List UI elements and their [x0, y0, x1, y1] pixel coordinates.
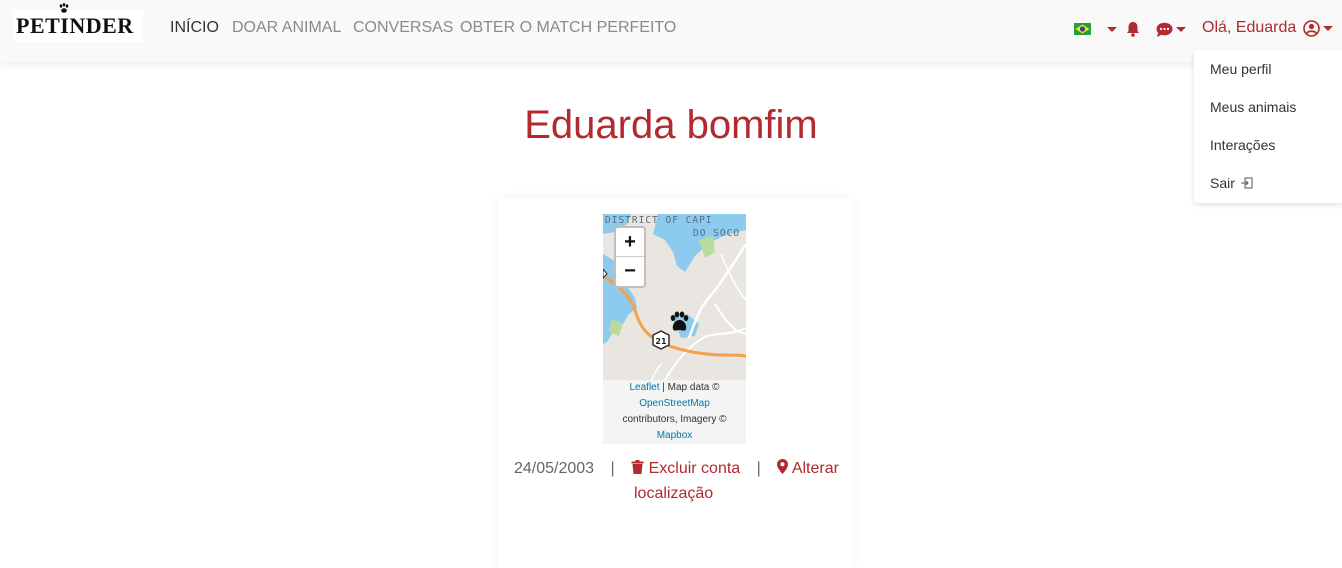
menu-item-meu-perfil[interactable]: Meu perfil — [1210, 61, 1271, 77]
map-marker-icon — [777, 459, 789, 474]
road-shield-label: 21 — [655, 337, 667, 346]
brazil-flag-icon — [1074, 23, 1091, 35]
messages-button[interactable] — [1156, 20, 1186, 38]
menu-item-label: Meu perfil — [1210, 61, 1272, 77]
menu-item-label: Sair — [1210, 175, 1235, 191]
brand-logo[interactable]: PETI NDER — [13, 3, 143, 42]
user-circle-icon — [1303, 19, 1321, 37]
chevron-down-icon — [1323, 25, 1334, 31]
chat-icon — [1156, 22, 1173, 37]
change-location-link-wrap[interactable]: localização — [634, 481, 713, 506]
nav-inicio[interactable]: INÍCIO — [170, 19, 219, 37]
delete-account-link[interactable]: Excluir conta — [631, 460, 745, 477]
contributors-text: contributors, Imagery © — [622, 414, 727, 425]
notifications-button[interactable] — [1126, 20, 1140, 38]
mapbox-link[interactable]: Mapbox — [657, 430, 693, 441]
separator: | — [756, 460, 761, 477]
delete-account-label: Excluir conta — [648, 460, 741, 477]
navbar: PETI NDER INÍCIO DOAR ANIMAL CONVERSAS OB… — [0, 0, 1342, 62]
profile-name: Eduarda bomfim — [524, 103, 818, 147]
zoom-out-button[interactable]: − — [616, 257, 644, 286]
nav-obter-match[interactable]: OBTER O MATCH PERFEITO — [460, 19, 676, 37]
language-selector[interactable] — [1074, 20, 1117, 38]
profile-card: DISTRICT OF CAPI DO SOCO 21 + − Leaflet … — [497, 198, 853, 568]
user-menu-toggle[interactable]: Olá, Eduarda — [1202, 19, 1334, 37]
bell-icon — [1127, 22, 1139, 37]
change-location-label: Alterar — [791, 460, 839, 477]
map-label-soco: DO SOCO — [693, 228, 740, 239]
chevron-down-icon — [1176, 26, 1186, 32]
separator: | — [610, 460, 615, 477]
paw-marker-icon[interactable] — [668, 311, 690, 333]
location-map[interactable]: DISTRICT OF CAPI DO SOCO 21 + − Leaflet … — [603, 214, 746, 444]
map-data-text: | Map data © — [659, 382, 720, 393]
user-greeting: Olá, Eduarda — [1202, 19, 1297, 36]
nav-doar-animal[interactable]: DOAR ANIMAL — [232, 19, 341, 37]
menu-item-sair[interactable]: Sair — [1210, 175, 1253, 191]
zoom-in-button[interactable]: + — [616, 228, 644, 257]
trash-icon — [631, 460, 644, 474]
nav-conversas[interactable]: CONVERSAS — [353, 19, 453, 37]
chevron-down-icon — [1107, 26, 1117, 32]
map-attribution: Leaflet | Map data © OpenStreetMap contr… — [603, 380, 746, 444]
openstreetmap-link[interactable]: OpenStreetMap — [639, 398, 710, 409]
map-label-district: DISTRICT OF CAPI — [605, 215, 713, 226]
brand-name: PETI NDER — [16, 3, 134, 39]
leaflet-link[interactable]: Leaflet — [629, 382, 659, 393]
profile-info-row: 24/05/2003 | Excluir conta | Alterar — [514, 456, 839, 481]
birth-date: 24/05/2003 — [514, 460, 595, 477]
sign-in-icon — [1240, 177, 1253, 189]
map-zoom-control: + − — [614, 226, 646, 288]
change-location-link[interactable]: Alterar — [777, 459, 839, 477]
